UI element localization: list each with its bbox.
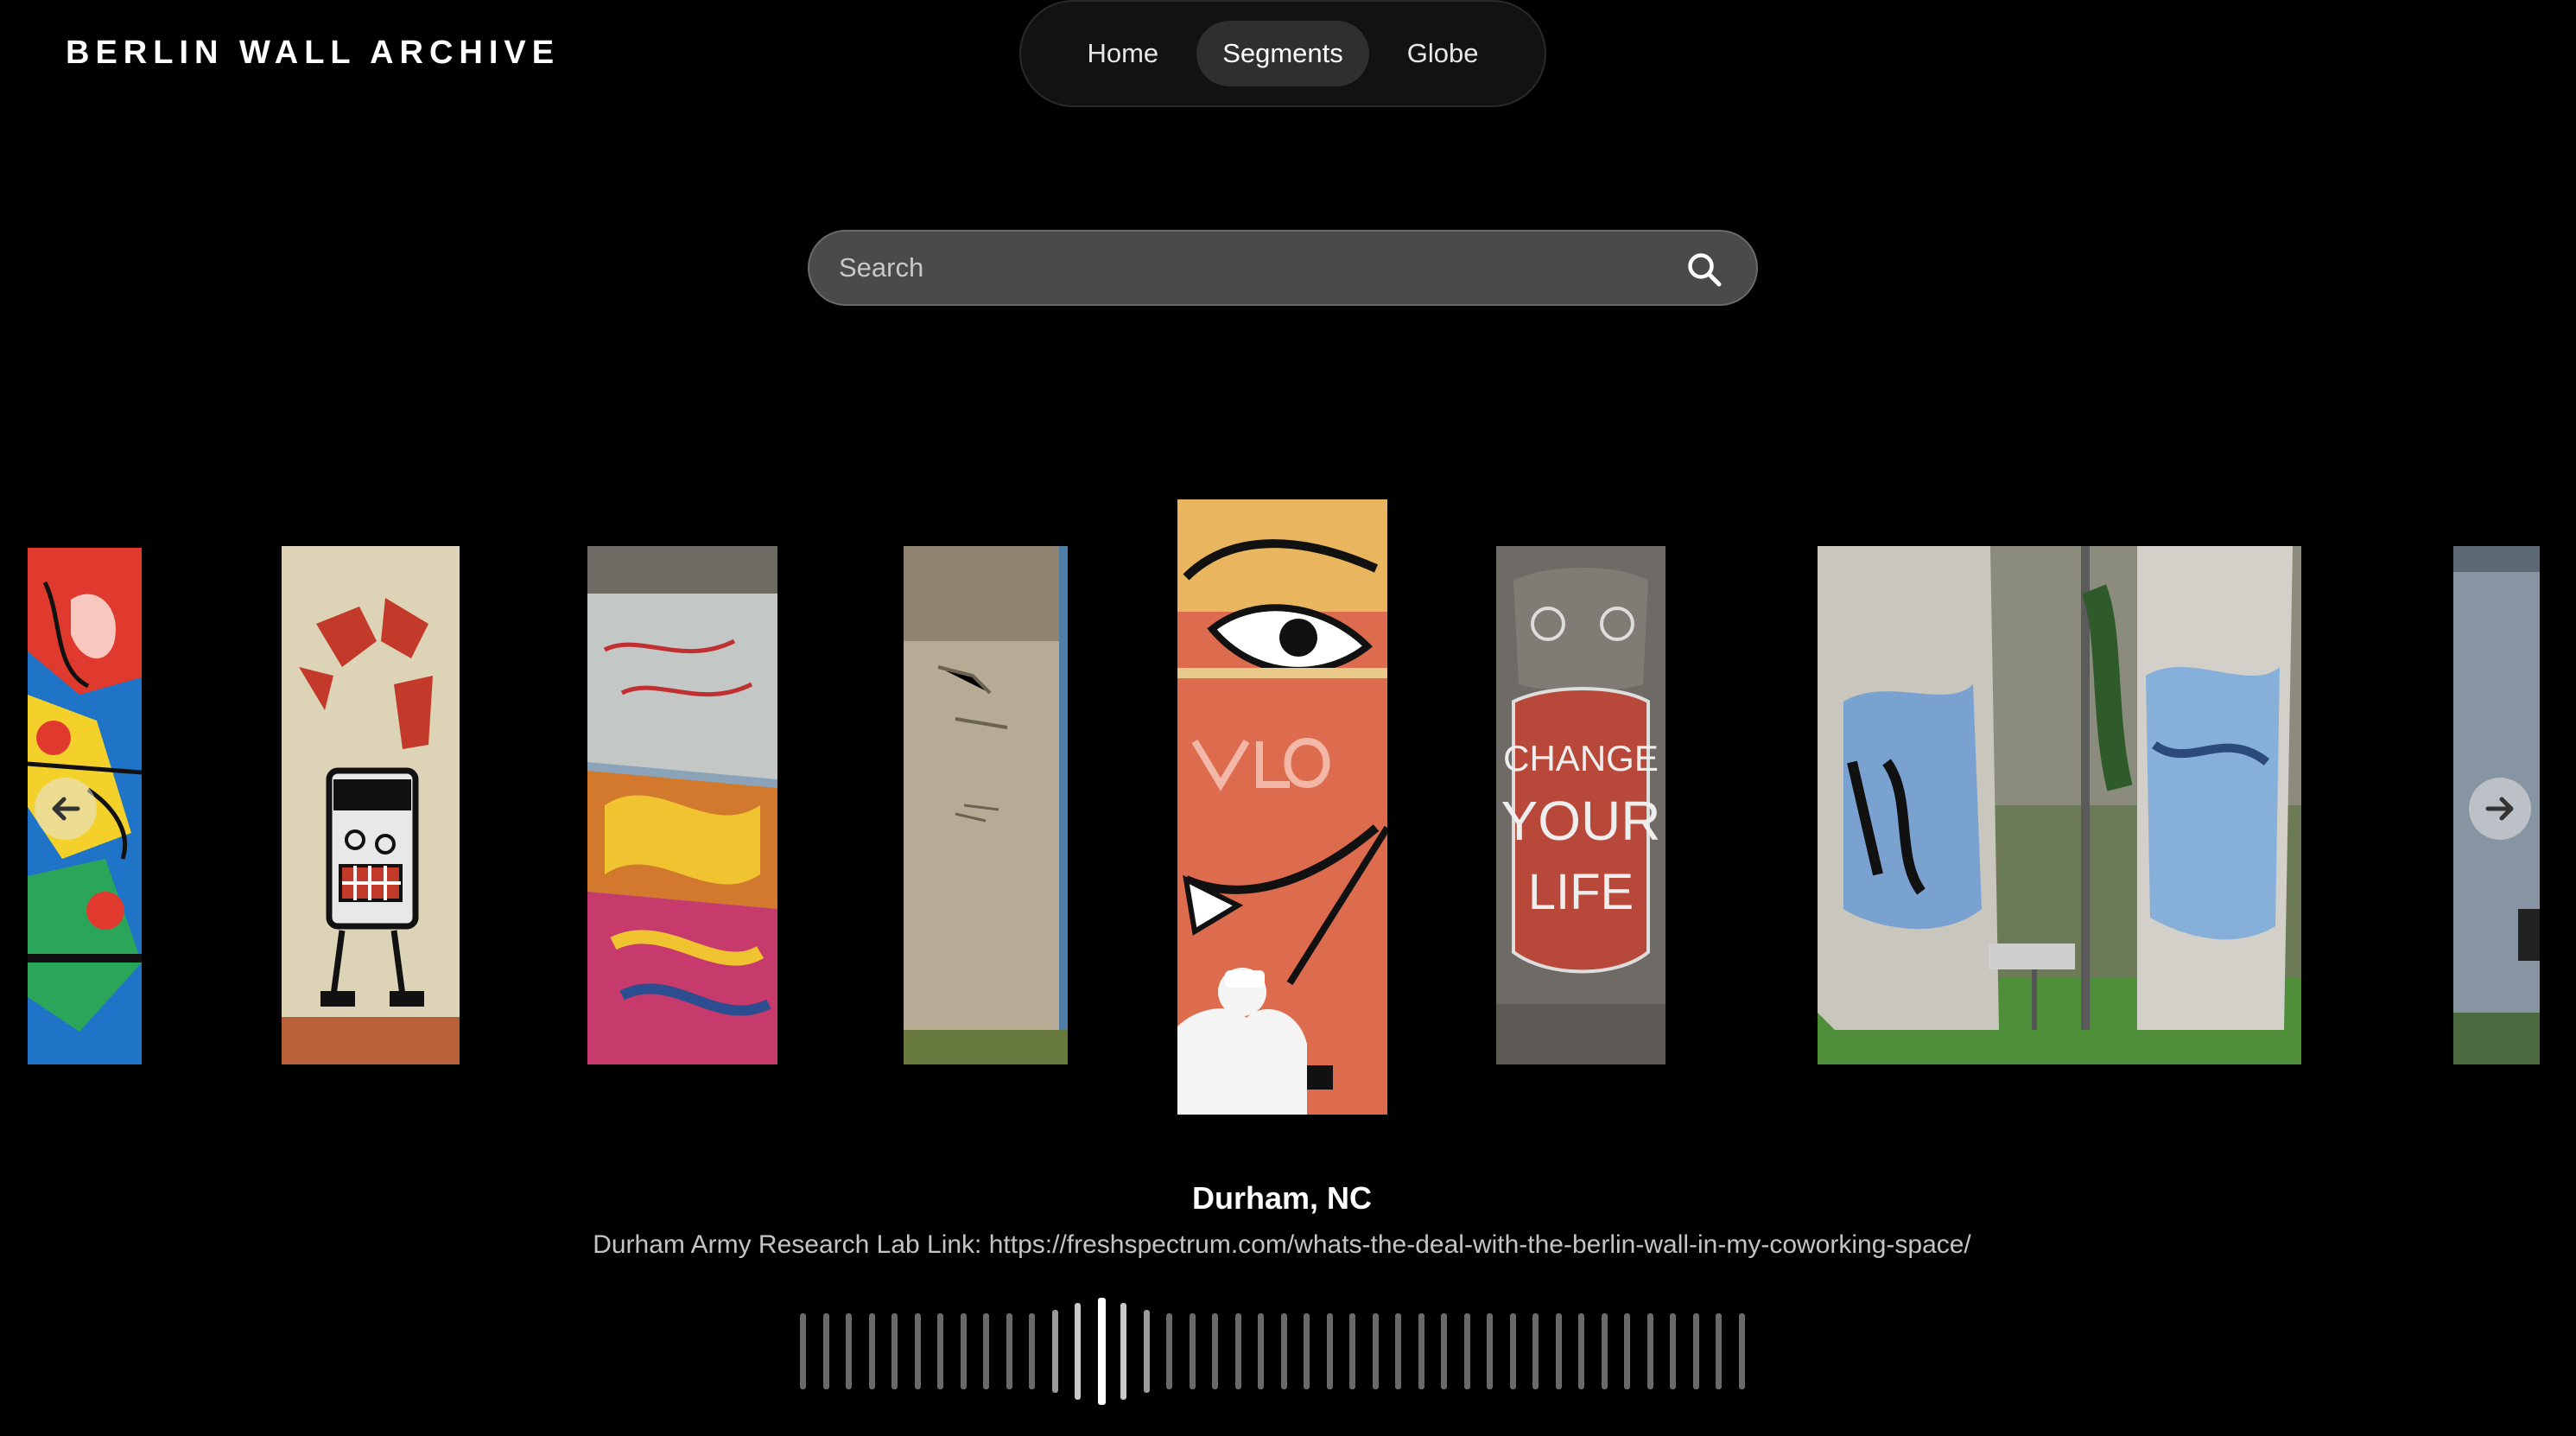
segment-thumb-selected[interactable] xyxy=(1177,499,1387,1115)
scrubber-tick[interactable] xyxy=(1487,1313,1493,1389)
scrubber-tick[interactable] xyxy=(1601,1313,1608,1389)
carousel-prev-button[interactable] xyxy=(35,778,97,840)
search-icon[interactable] xyxy=(1685,251,1723,289)
nav-segments[interactable]: Segments xyxy=(1196,21,1369,86)
nav-globe[interactable]: Globe xyxy=(1381,21,1505,86)
scrubber-tick[interactable] xyxy=(1692,1313,1699,1389)
scrubber-tick[interactable] xyxy=(891,1313,898,1389)
scrubber-tick[interactable] xyxy=(1555,1313,1562,1389)
scrubber-tick[interactable] xyxy=(1349,1313,1355,1389)
scrubber-tick[interactable] xyxy=(1143,1310,1150,1393)
panel-text-your: YOUR xyxy=(1501,790,1661,852)
scrubber-tick[interactable] xyxy=(1578,1313,1584,1389)
segment-thumb-6[interactable]: CHANGE YOUR LIFE xyxy=(1496,546,1666,1064)
scrubber-tick[interactable] xyxy=(1738,1313,1745,1389)
scrubber-tick[interactable] xyxy=(1418,1313,1424,1389)
brand-title[interactable]: BERLIN WALL ARCHIVE xyxy=(66,35,560,72)
segment-thumb-7[interactable] xyxy=(1818,546,2301,1064)
scrubber-tick[interactable] xyxy=(914,1313,921,1389)
scrubber-tick[interactable] xyxy=(1051,1310,1058,1393)
scrubber-tick[interactable] xyxy=(822,1313,829,1389)
scrubber-tick[interactable] xyxy=(1624,1313,1630,1389)
scrubber-tick[interactable] xyxy=(1441,1313,1447,1389)
scrubber-tick[interactable] xyxy=(868,1313,875,1389)
scrubber-tick[interactable] xyxy=(1304,1313,1310,1389)
main-nav: Home Segments Globe xyxy=(1019,0,1546,107)
scrubber-tick[interactable] xyxy=(1280,1313,1287,1389)
scrubber-tick[interactable] xyxy=(1463,1313,1470,1389)
scrubber-tick[interactable] xyxy=(1234,1313,1241,1389)
scrubber-tick[interactable] xyxy=(846,1313,852,1389)
scrubber-tick[interactable] xyxy=(1372,1313,1379,1389)
scrubber-tick[interactable] xyxy=(1075,1303,1081,1400)
scrubber-tick[interactable] xyxy=(1646,1313,1653,1389)
segment-thumb-4[interactable] xyxy=(904,546,1068,1064)
panel-text-life: LIFE xyxy=(1528,864,1634,920)
scrubber-tick[interactable] xyxy=(800,1313,806,1389)
search-input[interactable] xyxy=(839,232,1616,304)
segment-scrubber[interactable] xyxy=(800,1296,1776,1408)
scrubber-tick[interactable] xyxy=(1532,1313,1539,1389)
page: BERLIN WALL ARCHIVE Home Segments Globe xyxy=(0,0,2576,1436)
panel-text-change: CHANGE xyxy=(1503,738,1659,778)
search-bar xyxy=(808,230,1758,306)
segment-carousel: CHANGE YOUR LIFE xyxy=(0,492,2576,1115)
scrubber-tick[interactable] xyxy=(1120,1303,1126,1400)
carousel-next-button[interactable] xyxy=(2469,778,2531,840)
scrubber-tick[interactable] xyxy=(1029,1313,1035,1389)
scrubber-tick[interactable] xyxy=(1212,1313,1218,1389)
scrubber-tick[interactable] xyxy=(1006,1313,1012,1389)
scrubber-tick[interactable] xyxy=(1716,1313,1722,1389)
arrow-right-icon xyxy=(2485,797,2514,821)
scrubber-tick[interactable] xyxy=(1395,1313,1401,1389)
arrow-left-icon xyxy=(52,797,80,821)
segment-thumb-2[interactable] xyxy=(282,546,460,1064)
scrubber-tick[interactable] xyxy=(960,1313,967,1389)
scrubber-tick[interactable] xyxy=(1509,1313,1516,1389)
segment-thumb-3[interactable] xyxy=(587,546,777,1064)
scrubber-tick-selected[interactable] xyxy=(1097,1298,1106,1405)
scrubber-tick[interactable] xyxy=(1258,1313,1264,1389)
scrubber-tick[interactable] xyxy=(1670,1313,1676,1389)
scrubber-tick[interactable] xyxy=(1326,1313,1333,1389)
scrubber-tick[interactable] xyxy=(1189,1313,1196,1389)
segment-description: Durham Army Research Lab Link: https://f… xyxy=(593,1230,1971,1259)
scrubber-tick[interactable] xyxy=(1166,1313,1172,1389)
nav-home[interactable]: Home xyxy=(1061,21,1184,86)
scrubber-tick[interactable] xyxy=(983,1313,989,1389)
segment-location-title: Durham, NC xyxy=(1191,1180,1373,1216)
scrubber-tick[interactable] xyxy=(937,1313,943,1389)
